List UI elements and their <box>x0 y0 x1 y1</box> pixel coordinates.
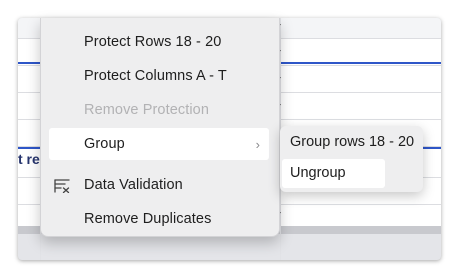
submenu-item-ungroup[interactable]: Ungroup <box>282 159 385 188</box>
menu-item-label: Protect Columns A - T <box>84 68 227 84</box>
menu-item-remove-protection: Remove Protection <box>41 94 279 126</box>
cell-text: t re <box>18 151 40 167</box>
group-submenu: Group rows 18 - 20 Ungroup <box>280 126 423 192</box>
submenu-item-group-rows[interactable]: Group rows 18 - 20 <box>290 134 414 150</box>
chevron-right-icon: › <box>255 137 260 152</box>
menu-item-label: Data Validation <box>84 177 183 193</box>
menu-item-protect-columns[interactable]: Protect Columns A - T <box>41 60 279 92</box>
context-menu: Protect Rows 18 - 20 Protect Columns A -… <box>40 18 280 237</box>
menu-item-data-validation[interactable]: Data Validation <box>41 169 279 201</box>
menu-item-remove-duplicates[interactable]: Remove Duplicates <box>41 203 279 235</box>
menu-item-label: Remove Protection <box>84 102 210 118</box>
menu-item-group[interactable]: Group › <box>49 128 269 160</box>
submenu-item-label: Ungroup <box>290 165 346 181</box>
menu-item-label: Group <box>84 136 125 152</box>
menu-item-label: Protect Rows 18 - 20 <box>84 34 222 50</box>
menu-item-protect-rows[interactable]: Protect Rows 18 - 20 <box>41 26 279 58</box>
data-validation-icon <box>54 179 70 193</box>
menu-item-label: Remove Duplicates <box>84 211 212 227</box>
